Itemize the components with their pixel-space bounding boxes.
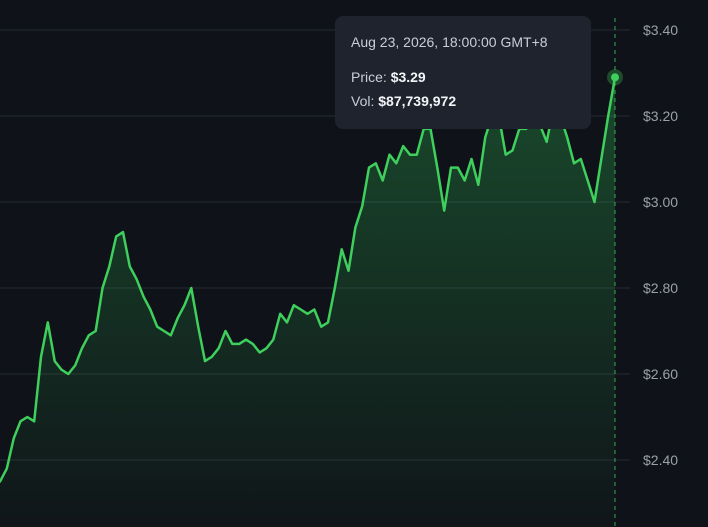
tooltip-vol-row: Vol: $87,739,972 [351,93,575,109]
tooltip-price-label: Price: [351,69,391,85]
tooltip-vol-value: $87,739,972 [378,93,457,109]
area-fill [0,77,615,527]
tooltip-price-value: $3.29 [390,69,426,85]
y-tick-label: $3.20 [643,108,678,124]
y-tick-label: $2.40 [643,452,678,468]
tooltip-date: Aug 23, 2026, 18:00:00 GMT+8 [351,34,548,50]
hover-point [611,73,619,82]
tooltip-vol-label: Vol: [351,93,379,109]
y-tick-label: $3.40 [643,22,678,38]
y-axis: $2.40 $2.60 $2.80 $3.00 $3.20 $3.40 [643,22,678,468]
area-fill-layer [0,77,615,527]
price-chart[interactable]: $2.40 $2.60 $2.80 $3.00 $3.20 $3.40 Aug 23, 2… [0,0,708,527]
price-tooltip: Aug 23, 2026, 18:00:00 GMT+8 Price: $3.2… [335,16,591,129]
y-tick-label: $3.00 [643,194,678,210]
y-tick-label: $2.80 [643,280,678,296]
y-tick-label: $2.60 [643,366,678,382]
tooltip-price-row: Price: $3.29 [351,69,575,85]
